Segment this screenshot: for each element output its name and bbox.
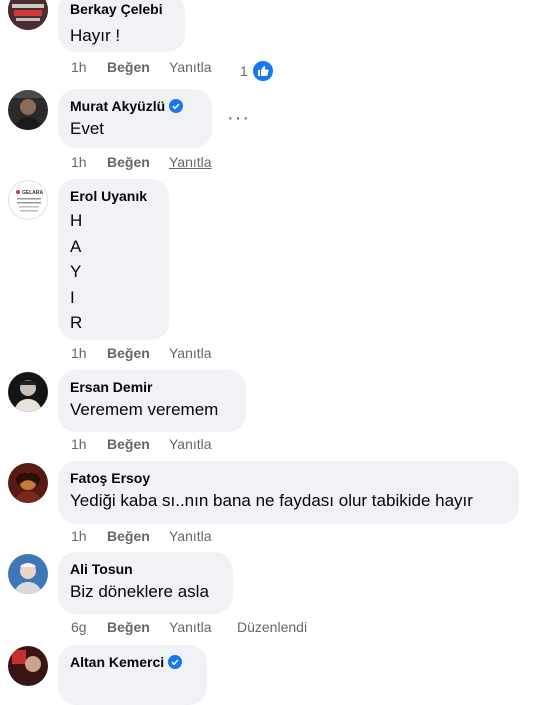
- comment-bubble: Berkay Çelebi Hayır !: [58, 0, 185, 52]
- avatar[interactable]: [8, 646, 48, 686]
- like-button[interactable]: Beğen: [107, 436, 169, 452]
- avatar[interactable]: GELARA: [8, 180, 48, 220]
- comment-actions: 1h Beğen Yanıtla: [71, 436, 237, 452]
- timestamp[interactable]: 1h: [71, 345, 107, 361]
- comment-letter: Y: [70, 262, 82, 281]
- comment-text: Biz döneklere asla: [70, 582, 209, 601]
- comment-bubble: Ali Tosun Biz döneklere asla: [58, 552, 233, 614]
- timestamp[interactable]: 1h: [71, 436, 107, 452]
- thumbs-up-icon: [250, 59, 275, 83]
- comment-bubble: Fatoş Ersoy Yediği kaba sı..nın bana ne …: [58, 461, 519, 524]
- comment-text: H A Y I R: [70, 208, 157, 336]
- comment-letter: I: [70, 287, 75, 307]
- comment-bubble: Murat Akyüzlü Evet: [58, 89, 212, 148]
- author-name[interactable]: Altan Kemerci: [70, 653, 195, 671]
- author-name[interactable]: Ersan Demir: [70, 378, 234, 396]
- comment-bubble: Altan Kemerci: [58, 645, 207, 705]
- comment-actions: 1h Beğen Yanıtla: [71, 59, 237, 75]
- reply-button[interactable]: Yanıtla: [169, 154, 237, 170]
- author-name[interactable]: Berkay Çelebi: [70, 0, 173, 18]
- timestamp[interactable]: 1h: [71, 154, 107, 170]
- avatar-logo-text: GELARA: [22, 190, 44, 196]
- timestamp[interactable]: 6g: [71, 619, 107, 635]
- author-name[interactable]: Murat Akyüzlü: [70, 97, 200, 115]
- comment-text: Yediği kaba sı..nın bana ne faydası olur…: [70, 491, 473, 510]
- edited-label[interactable]: Düzenlendi: [237, 619, 307, 635]
- reply-button[interactable]: Yanıtla: [169, 59, 237, 75]
- like-button[interactable]: Beğen: [107, 619, 169, 635]
- comment-actions: 1h Beğen Yanıtla: [71, 345, 237, 361]
- comment-letter: A: [70, 236, 82, 256]
- like-button[interactable]: Beğen: [107, 345, 169, 361]
- reply-button[interactable]: Yanıtla: [169, 528, 237, 544]
- author-name[interactable]: Ali Tosun: [70, 560, 221, 578]
- comment-text: Hayır !: [70, 26, 121, 45]
- like-button[interactable]: Beğen: [107, 528, 169, 544]
- comment-text: Veremem veremem: [70, 400, 219, 419]
- verified-badge-icon: [169, 99, 184, 113]
- comment-actions: 1h Beğen Yanıtla: [71, 528, 237, 544]
- verified-badge-icon: [168, 655, 183, 669]
- avatar[interactable]: [8, 372, 48, 412]
- avatar[interactable]: [8, 90, 48, 130]
- author-name[interactable]: Erol Uyanık: [70, 187, 157, 205]
- author-name[interactable]: Fatoş Ersoy: [70, 469, 507, 487]
- reply-button[interactable]: Yanıtla: [169, 436, 237, 452]
- timestamp[interactable]: 1h: [71, 59, 107, 75]
- more-options-icon[interactable]: ···: [227, 108, 250, 128]
- comment-actions: 1h Beğen Yanıtla: [71, 154, 237, 170]
- comment-bubble: Ersan Demir Veremem veremem: [58, 370, 246, 432]
- like-button[interactable]: Beğen: [107, 154, 169, 170]
- comment-actions: 6g Beğen Yanıtla Düzenlendi: [71, 619, 307, 635]
- timestamp[interactable]: 1h: [71, 528, 107, 544]
- avatar[interactable]: [8, 463, 48, 503]
- comment-text: Evet: [70, 119, 105, 138]
- comment-bubble: Erol Uyanık H A Y I R: [58, 179, 169, 340]
- avatar[interactable]: [8, 554, 48, 594]
- reply-button[interactable]: Yanıtla: [169, 619, 237, 635]
- like-button[interactable]: Beğen: [107, 59, 169, 75]
- comment-letter: R: [70, 313, 83, 332]
- avatar[interactable]: [8, 0, 48, 30]
- reaction-count[interactable]: 1: [240, 59, 275, 83]
- comment-letter: H: [70, 211, 83, 230]
- reply-button[interactable]: Yanıtla: [169, 345, 237, 361]
- reaction-count-number: 1: [240, 63, 248, 79]
